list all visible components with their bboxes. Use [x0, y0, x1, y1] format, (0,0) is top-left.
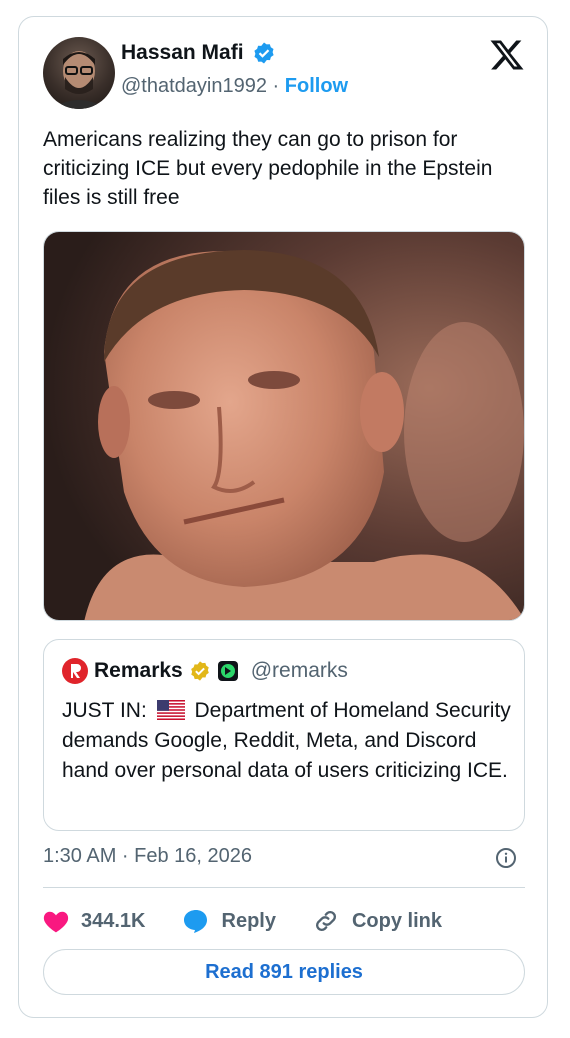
quoted-tweet-text: JUST IN: Department of Homeland Security…	[62, 696, 512, 786]
quoted-prefix: JUST IN:	[62, 699, 147, 722]
tweet-embed-card: Hassan Mafi @thatdayin1992 · Follow Amer…	[18, 16, 548, 1018]
reply-label: Reply	[221, 909, 276, 932]
tweet-text: Americans realizing they can go to priso…	[43, 128, 493, 209]
verified-badge-icon	[253, 42, 274, 64]
quoted-author-handle: @remarks	[250, 659, 348, 682]
like-count: 344.1K	[81, 909, 146, 932]
divider	[43, 887, 525, 888]
info-icon[interactable]	[495, 847, 517, 869]
reply-bubble-icon	[183, 910, 207, 933]
link-icon	[315, 910, 336, 932]
tweet-media-image[interactable]	[43, 231, 525, 621]
follow-button[interactable]: Follow	[285, 75, 348, 97]
tweet-actions: 344.1K Reply Copy link	[43, 901, 525, 941]
author-name-row: Hassan Mafi	[121, 41, 276, 65]
x-logo-icon[interactable]	[489, 37, 525, 73]
like-button[interactable]: 344.1K	[43, 909, 146, 933]
tweet-timestamp[interactable]: 1:30 AM · Feb 16, 2026	[43, 845, 252, 868]
author-avatar[interactable]	[43, 37, 115, 109]
quoted-author-name: Remarks	[94, 659, 183, 682]
copy-link-button[interactable]: Copy link	[312, 907, 442, 935]
quoted-tweet[interactable]: Remarks @remarks JUST IN: Department of …	[43, 639, 525, 831]
quoted-tweet-header: Remarks @remarks	[62, 658, 348, 684]
gold-verified-badge-icon	[190, 661, 209, 681]
heart-icon	[43, 911, 69, 933]
copy-link-label: Copy link	[351, 909, 442, 932]
handle-separator: ·	[272, 75, 280, 97]
affiliate-badge-icon	[217, 661, 238, 681]
author-name[interactable]: Hassan Mafi	[121, 41, 244, 65]
author-handle-row: @thatdayin1992 · Follow	[121, 75, 348, 98]
reply-button[interactable]: Reply	[182, 908, 276, 934]
read-replies-button[interactable]: Read 891 replies	[43, 949, 525, 995]
author-handle[interactable]: @thatdayin1992	[121, 75, 267, 97]
remarks-logo-icon	[62, 658, 88, 684]
media-photo	[44, 232, 524, 620]
us-flag-icon	[156, 700, 185, 720]
